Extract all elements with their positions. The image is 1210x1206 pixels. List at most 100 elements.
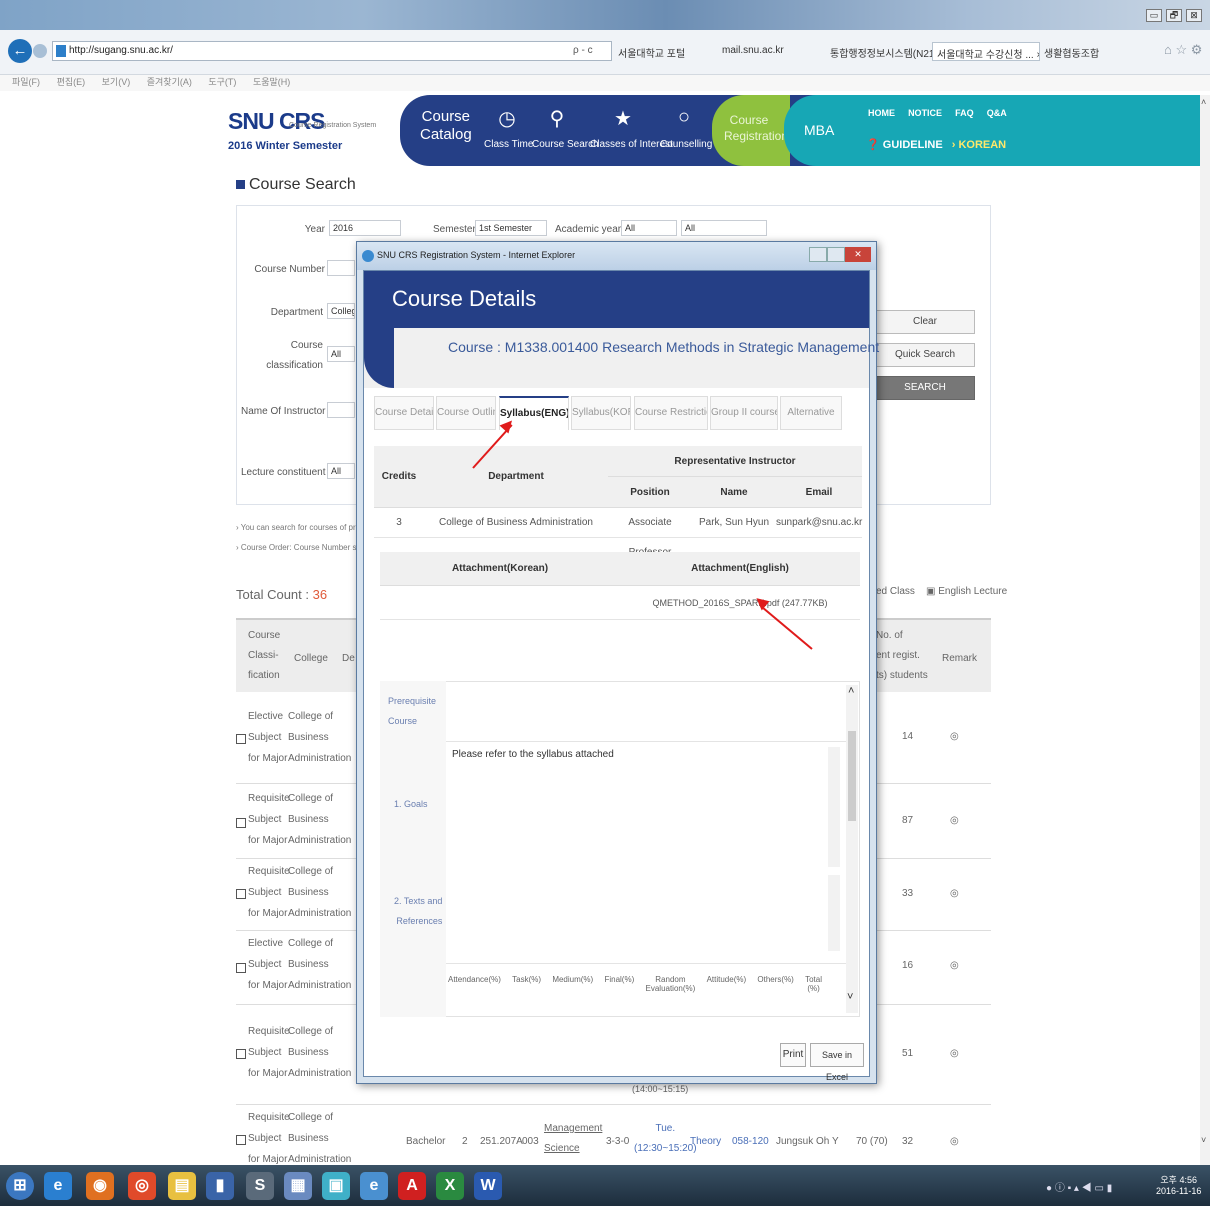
maximize-icon[interactable]: 🗗 [1166, 9, 1182, 22]
popup-close-icon[interactable]: ✕ [845, 247, 871, 262]
menu-view[interactable]: 보기(V) [102, 77, 131, 87]
minimize-icon[interactable]: ▭ [1146, 9, 1162, 22]
page-scrollbar[interactable]: ˄ ˅ [1200, 95, 1210, 1165]
syllabus-scrollbar[interactable]: ˄ ˅ [846, 685, 858, 1013]
row-checkbox[interactable] [236, 734, 246, 744]
th-attachment-english: Attachment(English) [620, 552, 860, 586]
close-icon[interactable]: ⊠ [1186, 9, 1202, 22]
row-checkbox[interactable] [236, 818, 246, 828]
home-star-gear-icons[interactable]: ⌂ ☆ ⚙ [1164, 42, 1202, 58]
folder-icon[interactable]: ▤ [168, 1172, 196, 1200]
app-icon[interactable]: ▮ [206, 1172, 234, 1200]
tab-course-restriction[interactable]: Course Restriction [634, 396, 708, 430]
section-title: Course Search [236, 176, 356, 194]
scroll-down-icon[interactable]: ˅ [1201, 1135, 1206, 1145]
ie-icon-2[interactable]: e [360, 1172, 388, 1200]
menu-favorites[interactable]: 즐겨찾기(A) [147, 77, 192, 87]
nav-mba[interactable]: MBA [804, 122, 834, 138]
row-checkbox[interactable] [236, 1049, 246, 1059]
row-checkbox[interactable] [236, 963, 246, 973]
nav-course-registration[interactable]: Course Registration [724, 112, 788, 144]
clear-button[interactable]: Clear [875, 310, 975, 334]
tab-syllabus-kor[interactable]: Syllabus(KOR) [571, 396, 631, 430]
menu-help[interactable]: 도움말(H) [253, 77, 290, 87]
nav-course-catalog[interactable]: Course Catalog [420, 108, 472, 144]
course-number-input[interactable] [327, 260, 355, 276]
link-home[interactable]: HOME [868, 108, 895, 118]
nav-class-time[interactable]: Class Time [484, 139, 533, 150]
department-select[interactable]: College [327, 303, 355, 319]
tab-mail[interactable]: mail.snu.ac.kr [718, 42, 818, 61]
td-email[interactable]: sunpark@snu.ac.kr [776, 508, 862, 538]
menu-edit[interactable]: 편집(E) [57, 77, 86, 87]
tab-course-outline[interactable]: Course Outline [436, 396, 496, 430]
academic-year-select-2[interactable]: All [681, 220, 767, 236]
system-tray[interactable]: ● ⓘ ▪ ▴ ◀ ▭ ▮ [1046, 1179, 1112, 1194]
back-button[interactable]: ← [8, 39, 32, 63]
address-bar[interactable]: http://sugang.snu.ac.kr/ ρ - c [52, 41, 612, 61]
menu-file[interactable]: 파일(F) [12, 77, 40, 87]
instructor-input[interactable] [327, 402, 355, 418]
word-icon[interactable]: W [474, 1172, 502, 1200]
tab-portal[interactable]: 서울대학교 포털 [614, 42, 714, 61]
tab-alternative[interactable]: Alternative [780, 396, 842, 430]
clock[interactable]: 오후 4:56 2016-11-16 [1156, 1173, 1201, 1196]
table-row[interactable]: Requisite Subject for Major College of B… [236, 1105, 991, 1165]
korean-link[interactable]: › KOREAN [952, 139, 1006, 151]
scroll-thumb[interactable] [848, 731, 856, 821]
tab-course-details[interactable]: Course Details [374, 396, 434, 430]
forward-button[interactable] [33, 44, 47, 58]
scroll-up-icon[interactable]: ˄ [1201, 97, 1206, 107]
link-faq[interactable]: FAQ [955, 108, 974, 118]
ie-taskbar-icon[interactable]: e [44, 1172, 72, 1200]
star-icon: ★ [614, 108, 632, 130]
link-notice[interactable]: NOTICE [908, 108, 942, 118]
classification-select[interactable]: All [327, 346, 355, 362]
print-button[interactable]: Print [780, 1043, 806, 1067]
menu-tools[interactable]: 도구(T) [208, 77, 236, 87]
tab-n21[interactable]: 통합행정정보시스템(N21) [826, 42, 932, 61]
firefox-icon[interactable]: ◉ [86, 1172, 114, 1200]
remark-icon[interactable]: ◎ [950, 1131, 959, 1152]
th-credits: Credits [374, 446, 424, 508]
remark-icon[interactable]: ◎ [950, 726, 959, 747]
chrome-icon[interactable]: ◎ [128, 1172, 156, 1200]
scroll-up-arrow-icon[interactable]: ˄ [848, 685, 854, 697]
texts-scrollbar[interactable] [828, 875, 840, 951]
excel-icon[interactable]: X [436, 1172, 464, 1200]
nav-counselling[interactable]: Counselling [660, 139, 712, 150]
tab-sugang-active[interactable]: 서울대학교 수강신청 ... × [932, 42, 1040, 61]
year-input[interactable]: 2016 [329, 220, 401, 236]
link-qna[interactable]: Q&A [987, 108, 1007, 118]
start-icon[interactable]: ⊞ [6, 1172, 34, 1200]
remark-icon[interactable]: ◎ [950, 1043, 959, 1064]
row-checkbox[interactable] [236, 889, 246, 899]
pdf-icon[interactable]: A [398, 1172, 426, 1200]
popup-minimize-icon[interactable] [809, 247, 827, 262]
dept-link[interactable]: Management Science [544, 1119, 602, 1159]
save-excel-button[interactable]: Save in Excel [810, 1043, 864, 1082]
tab-coop[interactable]: 생활협동조합 [1040, 42, 1140, 61]
quick-search-button[interactable]: Quick Search [875, 343, 975, 367]
guideline-link[interactable]: ❓ GUIDELINE › KOREAN [866, 138, 1006, 151]
semester-select[interactable]: 1st Semester [475, 220, 547, 236]
lecture-select[interactable]: All [327, 463, 355, 479]
row-checkbox[interactable] [236, 1135, 246, 1145]
tab-group-ii-courses[interactable]: Group II courses [710, 396, 778, 430]
nav-course-search[interactable]: Course Search [532, 139, 599, 150]
search-icon[interactable]: ρ - c [573, 45, 593, 56]
app-s-icon[interactable]: S [246, 1172, 274, 1200]
academic-year-select[interactable]: All [621, 220, 677, 236]
remark-icon[interactable]: ◎ [950, 810, 959, 831]
remark-icon[interactable]: ◎ [950, 883, 959, 904]
app-icon-2[interactable]: ▦ [284, 1172, 312, 1200]
search-button[interactable]: SEARCH [875, 376, 975, 400]
course-details-popup: SNU CRS Registration System - Internet E… [356, 241, 879, 1084]
goals-scrollbar[interactable] [828, 747, 840, 867]
th-rep-instructor: Representative Instructor [608, 446, 862, 477]
popup-maximize-icon[interactable] [827, 247, 845, 262]
kakaotalk-icon[interactable]: ▣ [322, 1172, 350, 1200]
attachment-english-link[interactable]: QMETHOD_2016S_SPARK.pdf (247.77KB) [620, 586, 860, 620]
remark-icon[interactable]: ◎ [950, 955, 959, 976]
scroll-down-arrow-icon[interactable]: ˅ [847, 991, 853, 1003]
